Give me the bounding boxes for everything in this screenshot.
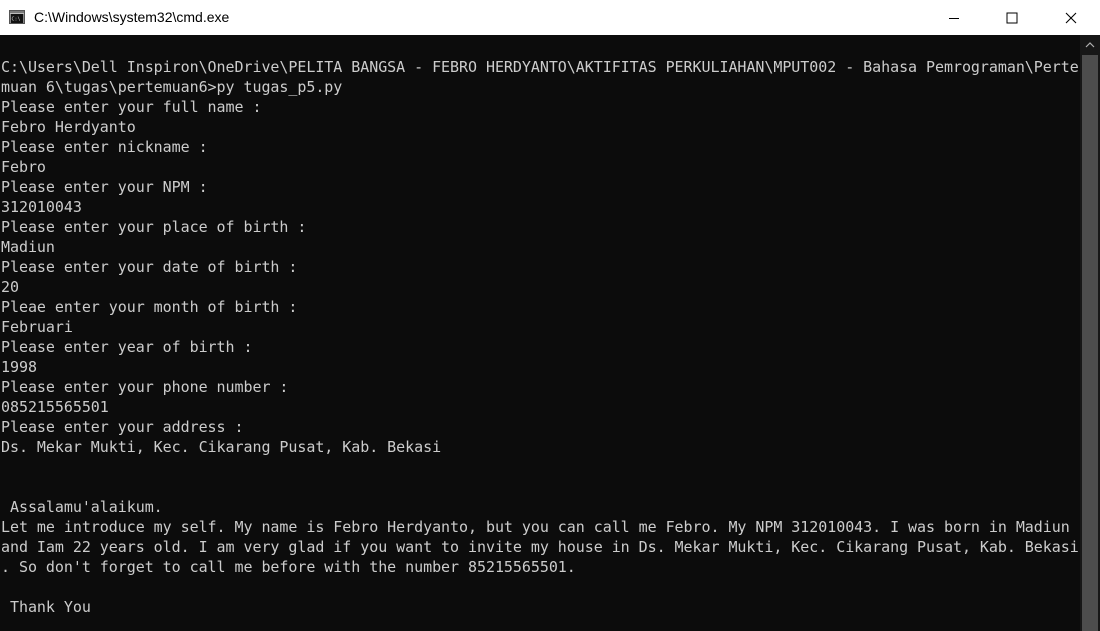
- console-line: Please enter your NPM :: [1, 178, 208, 196]
- title-bar[interactable]: C:\ C:\Windows\system32\cmd.exe: [0, 0, 1100, 35]
- console-line: Ds. Mekar Mukti, Kec. Cikarang Pusat, Ka…: [1, 438, 442, 456]
- maximize-button[interactable]: [983, 0, 1041, 35]
- vertical-scrollbar[interactable]: [1080, 35, 1100, 631]
- console-line: Febro: [1, 158, 46, 176]
- console-line: Please enter year of birth :: [1, 338, 253, 356]
- console-output[interactable]: C:\Users\Dell Inspiron\OneDrive\PELITA B…: [0, 35, 1080, 631]
- console-line: 20: [1, 278, 19, 296]
- cmd-icon[interactable]: C:\: [9, 10, 25, 24]
- minimize-button[interactable]: [925, 0, 983, 35]
- scroll-up-button[interactable]: [1080, 35, 1100, 55]
- console-line: Assalamu'alaikum.: [1, 498, 163, 516]
- console-line: Please enter your date of birth :: [1, 258, 298, 276]
- console-line: Madiun: [1, 238, 55, 256]
- cmd-window: C:\ C:\Windows\system32\cmd.exe C:\Users…: [0, 0, 1100, 631]
- console-line: 312010043: [1, 198, 82, 216]
- window-title: C:\Windows\system32\cmd.exe: [34, 9, 230, 25]
- console-line: . So don't forget to call me before with…: [1, 558, 576, 576]
- console-line: Let me introduce my self. My name is Feb…: [1, 518, 1070, 536]
- console-line: Pleae enter your month of birth :: [1, 298, 298, 316]
- chevron-up-icon: [1085, 42, 1095, 48]
- minimize-icon: [949, 17, 959, 19]
- svg-text:C:\: C:\: [12, 17, 21, 23]
- console-line: Please enter your phone number :: [1, 378, 289, 396]
- console-line: Please enter nickname :: [1, 138, 208, 156]
- scrollbar-thumb[interactable]: [1082, 55, 1098, 631]
- console-line: Februari: [1, 318, 73, 336]
- console-line: 085215565501: [1, 398, 109, 416]
- maximize-icon: [1006, 12, 1018, 23]
- console-lines: C:\Users\Dell Inspiron\OneDrive\PELITA B…: [1, 57, 1079, 617]
- console-line: Thank You: [1, 598, 91, 616]
- close-icon: [1065, 12, 1077, 23]
- console-line: muan 6\tugas\pertemuan6>py tugas_p5.py: [1, 78, 343, 96]
- console-line: Please enter your address :: [1, 418, 244, 436]
- console-line: Febro Herdyanto: [1, 118, 136, 136]
- close-button[interactable]: [1042, 0, 1100, 35]
- console-line: Please enter your full name :: [1, 98, 262, 116]
- console-line: Please enter your place of birth :: [1, 218, 307, 236]
- console-line: C:\Users\Dell Inspiron\OneDrive\PELITA B…: [1, 58, 1079, 76]
- console-line: and Iam 22 years old. I am very glad if …: [1, 538, 1079, 556]
- console-line: 1998: [1, 358, 37, 376]
